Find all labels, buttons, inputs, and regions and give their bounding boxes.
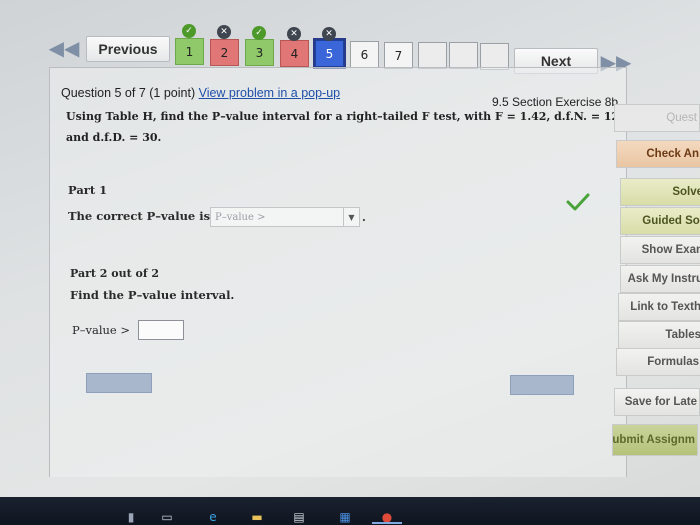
button-label: Solve	[672, 186, 700, 198]
checkmark-icon: ✓	[252, 26, 266, 40]
previous-button[interactable]: Previous	[86, 36, 170, 62]
ask-instructor-button[interactable]: Ask My Instru	[620, 265, 700, 293]
question-prompt-continued: and d.f.D. = 30.	[66, 131, 162, 144]
question-number: 4	[290, 46, 299, 61]
question-prompt: Using Table H, find the P–value interval…	[66, 110, 623, 123]
question-header: Question 5 of 7 (1 point) View problem i…	[61, 86, 340, 100]
button-label: Quest	[666, 112, 697, 124]
correct-checkmark-icon	[566, 193, 590, 211]
question-number: 3	[255, 45, 264, 60]
edge-browser-icon[interactable]: e	[204, 509, 222, 525]
x-mark-icon: ✕	[217, 25, 231, 39]
question-number: 1	[185, 44, 194, 59]
part2-instruction: Find the P–value interval.	[70, 288, 235, 302]
part1-title: Part 1	[68, 183, 108, 197]
question-number: 6	[360, 47, 369, 62]
button-label: Link to Texth	[630, 301, 700, 313]
formulas-button[interactable]: Formulas	[616, 348, 700, 376]
show-example-button[interactable]: Show Exan	[620, 236, 700, 264]
part1-period: .	[362, 211, 366, 224]
question-number: 5	[325, 46, 334, 61]
button-label: Ask My Instru	[627, 273, 700, 285]
question-nav-empty	[449, 42, 478, 69]
question-nav-6[interactable]: 6	[350, 41, 379, 68]
question-count: Question 5 of 7 (1 point)	[61, 86, 196, 100]
part1-label: The correct P–value is	[68, 209, 211, 223]
tables-button[interactable]: Tables	[618, 321, 700, 349]
button-label: Check An	[646, 148, 699, 160]
guided-solution-button[interactable]: Guided Sol	[620, 207, 700, 235]
link-to-text-button[interactable]: Link to Texth	[618, 293, 700, 321]
question-nav-1[interactable]: 1	[175, 38, 204, 65]
question-nav-3[interactable]: 3	[245, 39, 274, 66]
popup-link[interactable]: View problem in a pop-up	[199, 86, 341, 100]
x-mark-icon: ✕	[287, 27, 301, 41]
next-part-button-disabled[interactable]	[510, 375, 574, 395]
button-label: Formulas	[647, 356, 699, 368]
chevron-down-icon[interactable]: ▼	[343, 208, 359, 226]
button-label: Tables	[665, 329, 700, 341]
checkmark-icon: ✓	[182, 24, 196, 38]
button-label: Show Exan	[641, 244, 700, 256]
file-explorer-icon[interactable]: ▬	[248, 509, 266, 525]
p-value-select[interactable]: P–value > ▼	[210, 207, 360, 227]
part2-title: Part 2 out of 2	[70, 267, 160, 280]
select-placeholder: P–value >	[215, 211, 266, 223]
question-nav-2[interactable]: 2	[210, 39, 239, 66]
taskview-icon[interactable]: ▭	[158, 509, 176, 525]
x-mark-icon: ✕	[322, 27, 336, 41]
save-for-later-button[interactable]: Save for Late	[614, 388, 700, 416]
store-icon[interactable]: ▤	[290, 509, 308, 525]
question-number: 7	[394, 48, 403, 63]
question-number: 2	[220, 45, 229, 60]
button-label: Guided Sol	[642, 215, 700, 227]
mail-icon[interactable]: ▦	[336, 509, 354, 525]
question-help-button[interactable]: Quest	[614, 104, 700, 132]
button-label: Save for Late	[624, 396, 697, 408]
question-nav-7[interactable]: 7	[384, 42, 413, 69]
back-button-disabled[interactable]	[86, 373, 152, 393]
check-answer-button[interactable]: Check An	[616, 140, 700, 168]
section-label: 9.5 Section Exercise 8b	[492, 95, 619, 109]
p-value-input[interactable]	[138, 320, 184, 340]
submit-assignment-button[interactable]: Submit Assignm	[612, 424, 698, 456]
question-nav-empty	[480, 43, 509, 70]
question-nav-empty	[418, 42, 447, 69]
active-app-indicator	[372, 522, 402, 524]
button-label: Submit Assignm	[612, 434, 695, 446]
question-nav-5[interactable]: 5	[313, 38, 346, 69]
taskbar-app-icon[interactable]: ▮	[122, 509, 140, 525]
p-value-input-label: P–value >	[72, 323, 131, 337]
previous-arrow-icon[interactable]: ◀◀	[47, 34, 81, 62]
question-nav-4[interactable]: 4	[280, 40, 309, 67]
solve-button[interactable]: Solve	[620, 178, 700, 206]
